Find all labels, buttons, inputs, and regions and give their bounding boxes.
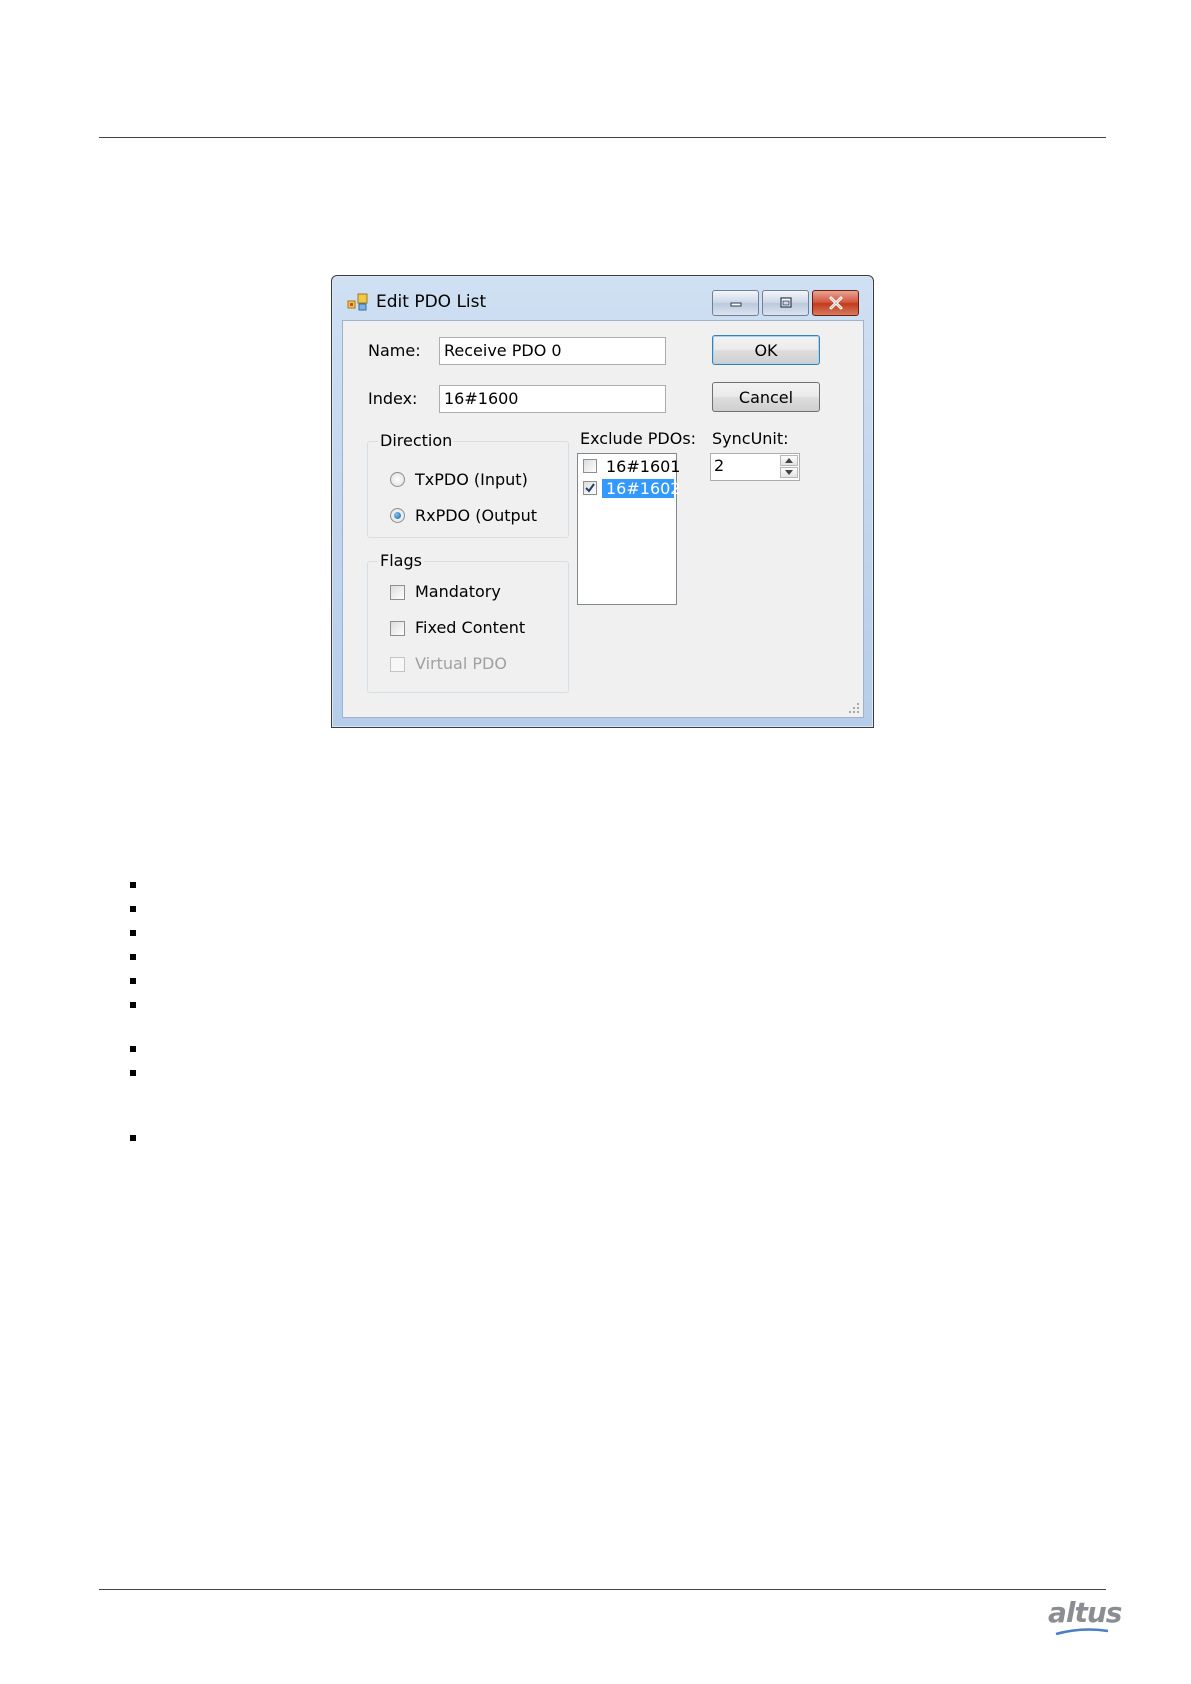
- direction-group: Direction TxPDO (Input) RxPDO (Output: [367, 431, 569, 538]
- fixed-content-checkbox[interactable]: [390, 621, 405, 636]
- mandatory-checkbox[interactable]: [390, 585, 405, 600]
- syncunit-stepper[interactable]: 2: [710, 453, 800, 481]
- radio-txpdo-label: TxPDO (Input): [415, 470, 528, 489]
- arrow-down-icon: [785, 470, 793, 475]
- bullet-icon: [130, 954, 136, 960]
- radio-rxpdo[interactable]: RxPDO (Output: [390, 506, 560, 528]
- minimize-button[interactable]: [712, 290, 759, 316]
- dialog-title: Edit PDO List: [376, 292, 487, 312]
- title-bar[interactable]: Edit PDO List: [332, 276, 873, 320]
- exclude-pdos-list[interactable]: 16#1601 16#1602: [577, 453, 680, 605]
- resize-grip-icon[interactable]: [848, 702, 860, 714]
- bullet-icon: [130, 978, 136, 984]
- maximize-icon: [779, 297, 792, 308]
- logo-swoosh-icon: [1055, 1628, 1109, 1636]
- stepper-down-button[interactable]: [780, 467, 798, 478]
- syncunit-value[interactable]: 2: [714, 456, 724, 475]
- bullet-icon: [130, 930, 136, 936]
- flags-group-title: Flags: [378, 551, 424, 570]
- bullet-icon: [130, 1070, 136, 1076]
- radio-rxpdo-label: RxPDO (Output: [415, 506, 538, 525]
- bullet-icon: [130, 1135, 136, 1141]
- radio-txpdo-circle[interactable]: [390, 472, 405, 487]
- fixed-content-label: Fixed Content: [415, 618, 526, 637]
- name-label: Name:: [368, 341, 421, 360]
- bullet-icon: [130, 906, 136, 912]
- exclude-1601-label: 16#1601: [606, 457, 681, 476]
- bullet-icon: [130, 1002, 136, 1008]
- exclude-1602-checkbox[interactable]: [583, 481, 597, 495]
- maximize-button[interactable]: [762, 290, 809, 316]
- radio-txpdo[interactable]: TxPDO (Input): [390, 470, 560, 492]
- minimize-icon: [730, 302, 741, 307]
- checkmark-icon: [585, 483, 595, 493]
- edit-pdo-list-dialog: Edit PDO List Name: Receive PDO 0 Index:…: [331, 275, 874, 728]
- dialog-client-area: Name: Receive PDO 0 Index: 16#1600 OK Ca…: [342, 320, 864, 718]
- arrow-up-icon: [785, 458, 793, 463]
- ok-button[interactable]: OK: [712, 335, 820, 365]
- syncunit-label: SyncUnit:: [712, 429, 789, 448]
- virtual-pdo-label: Virtual PDO: [415, 654, 507, 673]
- stepper-arrows: [780, 455, 798, 479]
- close-icon: [829, 296, 842, 310]
- flag-mandatory[interactable]: Mandatory: [390, 582, 560, 604]
- app-icon: [347, 293, 368, 311]
- virtual-pdo-checkbox: [390, 657, 405, 672]
- index-input[interactable]: 16#1600: [439, 385, 666, 413]
- mandatory-label: Mandatory: [415, 582, 501, 601]
- footer-rule: [99, 1589, 1106, 1590]
- direction-group-title: Direction: [378, 431, 455, 450]
- flag-fixed-content[interactable]: Fixed Content: [390, 618, 560, 640]
- cancel-button[interactable]: Cancel: [712, 382, 820, 412]
- index-label: Index:: [368, 389, 418, 408]
- stepper-up-button[interactable]: [780, 455, 798, 466]
- header-rule: [99, 137, 1106, 138]
- name-input[interactable]: Receive PDO 0: [439, 337, 666, 365]
- altus-logo: altus: [1048, 1596, 1122, 1629]
- list-item[interactable]: 16#1601: [580, 456, 680, 476]
- exclude-1601-checkbox[interactable]: [583, 459, 597, 473]
- flag-virtual-pdo: Virtual PDO: [390, 654, 560, 676]
- bullet-icon: [130, 1046, 136, 1052]
- exclude-pdos-label: Exclude PDOs:: [580, 429, 697, 448]
- exclude-1602-label: 16#1602: [602, 479, 680, 498]
- list-item[interactable]: 16#1602: [580, 478, 680, 498]
- bullet-icon: [130, 882, 136, 888]
- radio-rxpdo-circle[interactable]: [390, 508, 405, 523]
- flags-group: Flags Mandatory Fixed Content Virtual PD…: [367, 551, 569, 693]
- close-button[interactable]: [812, 290, 859, 316]
